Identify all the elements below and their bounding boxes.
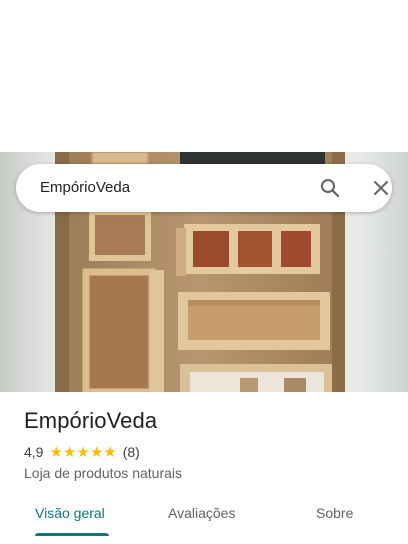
- review-count[interactable]: (8): [123, 444, 140, 460]
- place-info: EmpórioVeda: [24, 408, 394, 434]
- map-area-blank: [0, 0, 408, 152]
- star-rating: ★ ★ ★ ★ ★: [49, 445, 116, 460]
- star-icon: ★: [62, 443, 77, 461]
- place-category[interactable]: Loja de produtos naturais: [24, 465, 182, 481]
- tab-reviews[interactable]: Avaliações: [168, 505, 235, 521]
- tab-about[interactable]: Sobre: [316, 505, 353, 521]
- rating-value: 4,9: [24, 444, 44, 460]
- star-icon: ★: [76, 443, 90, 461]
- search-icon[interactable]: [318, 176, 342, 200]
- active-tab-indicator: [35, 533, 109, 536]
- star-icon: ★: [49, 443, 63, 461]
- tab-overview[interactable]: Visão geral: [35, 505, 105, 521]
- place-title: EmpórioVeda: [24, 408, 158, 433]
- search-input[interactable]: EmpórioVeda: [40, 179, 130, 196]
- rating-row[interactable]: 4,9 ★ ★ ★ ★ ★ (8): [24, 444, 140, 460]
- star-icon: ★: [103, 443, 117, 461]
- tab-bar: Visão geral Avaliações Sobre: [0, 496, 408, 544]
- search-bar[interactable]: EmpórioVeda: [16, 164, 392, 212]
- star-icon: ★: [89, 443, 104, 461]
- close-icon[interactable]: [369, 176, 393, 200]
- place-details-page: EmpórioVeda EmpórioVeda 4,9 ★ ★ ★ ★ ★ (8…: [0, 0, 408, 544]
